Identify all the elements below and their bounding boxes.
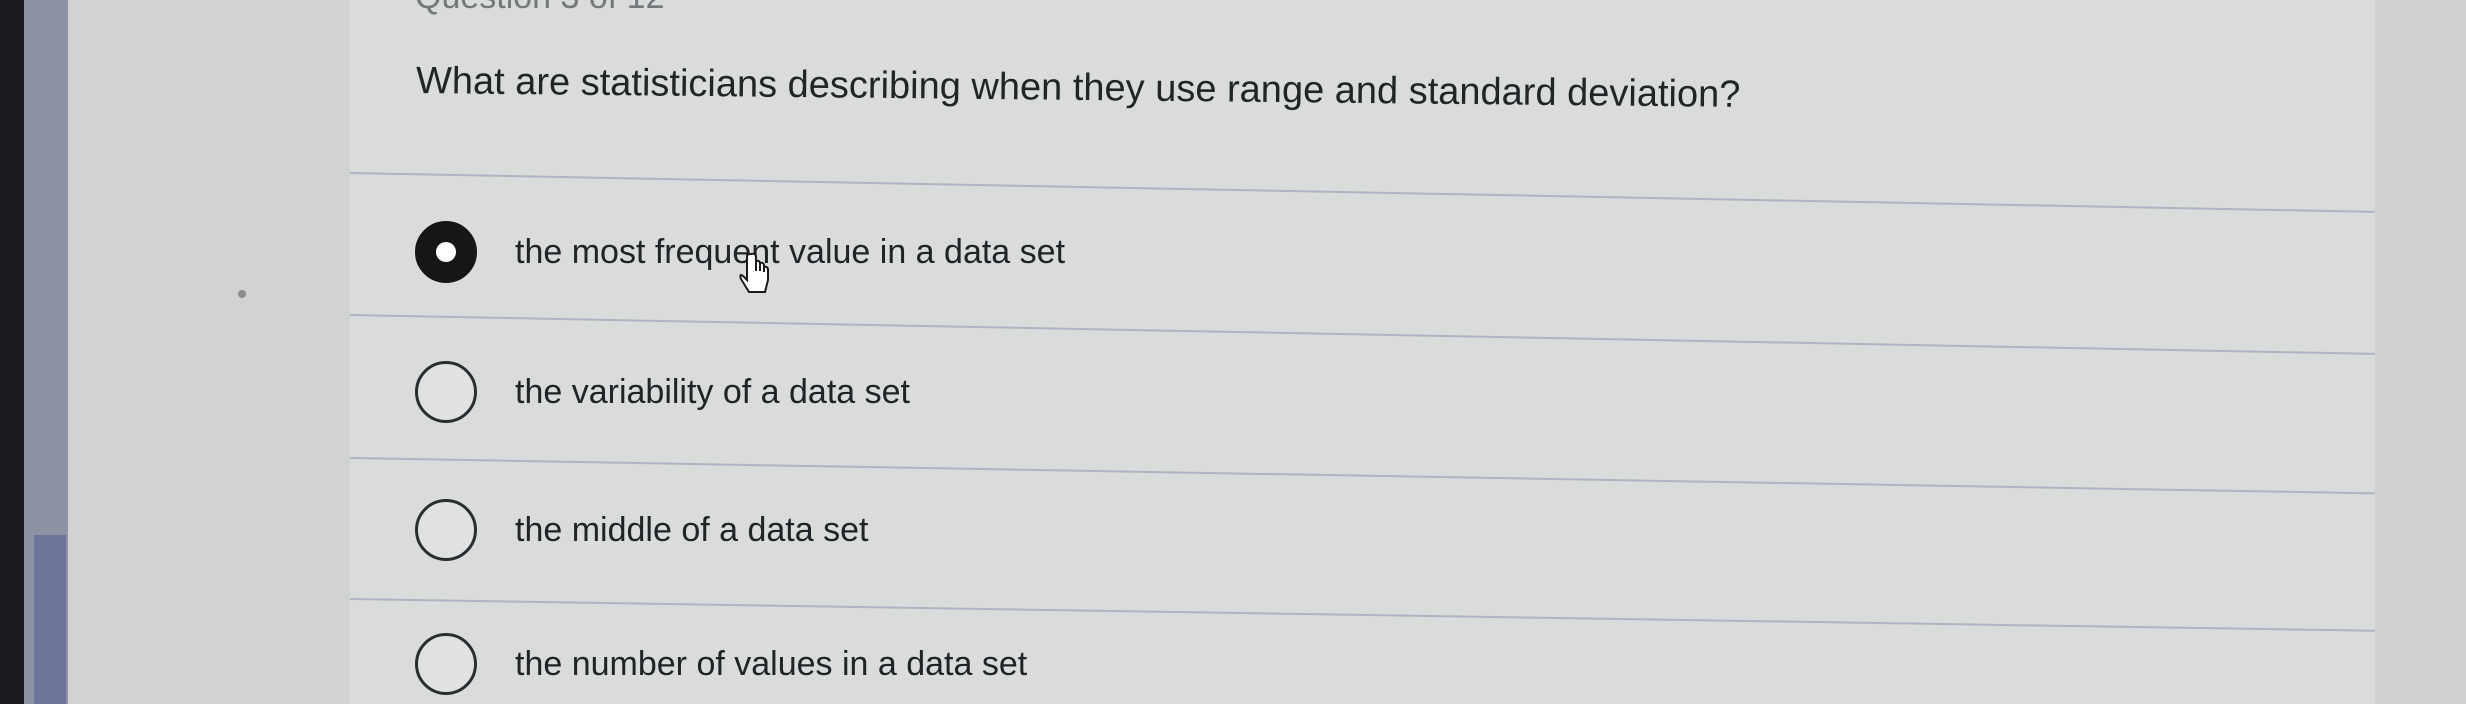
answer-option-3[interactable]: the middle of a data set <box>415 490 868 570</box>
radio-dot <box>436 242 456 262</box>
answer-option-2[interactable]: the variability of a data set <box>415 352 910 432</box>
radio-button[interactable] <box>415 361 477 423</box>
option-label: the number of values in a data set <box>515 644 1028 683</box>
monitor-bezel <box>0 0 24 704</box>
screen: Question 3 of 12 What are statisticians … <box>0 0 2466 704</box>
answer-option-4[interactable]: the number of values in a data set <box>415 624 1027 704</box>
scrollbar-thumb[interactable] <box>34 535 66 704</box>
radio-button[interactable] <box>415 499 477 561</box>
left-page-margin <box>68 0 350 704</box>
radio-button[interactable] <box>415 633 477 695</box>
question-number: Question 3 of 12 <box>415 0 665 17</box>
screen-speck <box>238 290 246 298</box>
hand-cursor-icon <box>739 252 769 293</box>
option-label: the middle of a data set <box>515 510 869 549</box>
radio-button-selected[interactable] <box>415 221 477 283</box>
option-label: the variability of a data set <box>515 372 911 411</box>
right-page-margin <box>2375 0 2466 704</box>
option-label: the most frequent value in a data set <box>515 232 1066 271</box>
